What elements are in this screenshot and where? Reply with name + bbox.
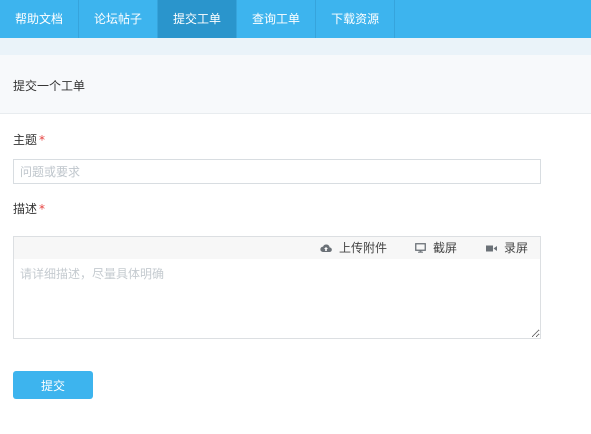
description-required-mark: * bbox=[39, 202, 46, 216]
header-divider-strip bbox=[0, 38, 591, 55]
monitor-icon bbox=[415, 243, 426, 253]
upload-attachment-label: 上传附件 bbox=[339, 241, 388, 255]
subject-required-mark: * bbox=[39, 133, 46, 147]
subject-label-text: 主题 bbox=[13, 133, 38, 147]
description-textarea[interactable] bbox=[14, 259, 540, 338]
screen-record-button[interactable]: 录屏 bbox=[486, 237, 528, 259]
nav-tab-query-ticket[interactable]: 查询工单 bbox=[237, 0, 317, 38]
editor-toolbar: 上传附件 截屏 录屏 bbox=[14, 237, 540, 259]
screen-record-label: 录屏 bbox=[504, 241, 529, 255]
cloud-upload-icon bbox=[320, 244, 332, 253]
screenshot-label: 截屏 bbox=[433, 241, 458, 255]
nav-tab-forum-posts[interactable]: 论坛帖子 bbox=[79, 0, 159, 38]
nav-tab-download-resources[interactable]: 下载资源 bbox=[316, 0, 396, 38]
panel-header: 提交一个工单 bbox=[0, 55, 591, 114]
screenshot-button[interactable]: 截屏 bbox=[415, 237, 457, 259]
subject-label: 主题 * bbox=[13, 131, 45, 148]
upload-attachment-button[interactable]: 上传附件 bbox=[320, 237, 387, 259]
subject-input[interactable] bbox=[13, 159, 541, 184]
nav-tab-help-docs[interactable]: 帮助文档 bbox=[0, 0, 80, 38]
panel-title: 提交一个工单 bbox=[13, 79, 86, 93]
video-camera-icon bbox=[486, 245, 497, 251]
submit-button[interactable]: 提交 bbox=[13, 371, 93, 399]
description-label-text: 描述 bbox=[13, 202, 38, 216]
description-editor: 上传附件 截屏 录屏 bbox=[13, 236, 541, 339]
top-nav: 帮助文档 论坛帖子 提交工单 查询工单 下载资源 bbox=[0, 0, 591, 38]
description-label: 描述 * bbox=[13, 200, 45, 217]
nav-tab-submit-ticket[interactable]: 提交工单 bbox=[158, 0, 238, 38]
